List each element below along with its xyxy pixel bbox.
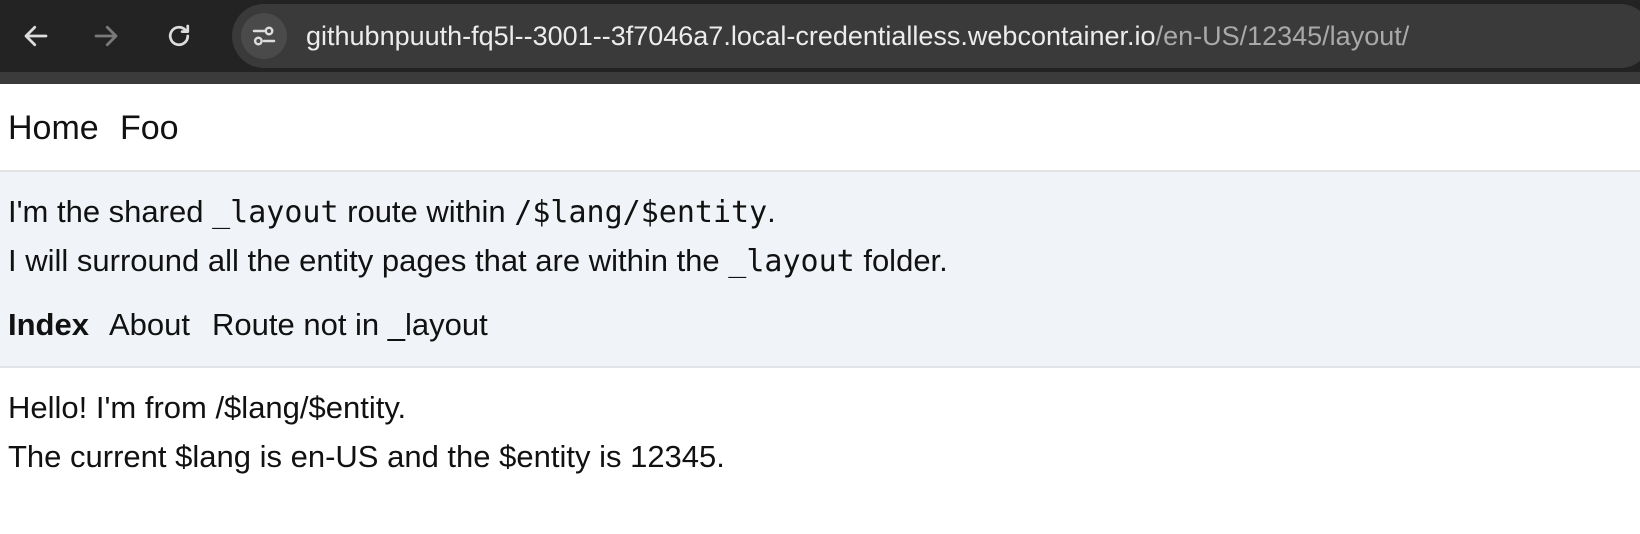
forward-arrow-icon	[94, 25, 118, 47]
lang-value: en-US	[290, 439, 379, 474]
layout-code-layout: _layout	[212, 195, 339, 230]
sub-nav-route-not-in-layout[interactable]: Route not in _layout	[212, 307, 488, 343]
layout-intro-line: I'm the shared _layout route within /$la…	[8, 194, 776, 231]
current-suffix: .	[716, 439, 725, 474]
layout-code-route: /$lang/$entity	[514, 195, 768, 230]
layout-code-folder: _layout	[728, 244, 855, 279]
url-host: githubnpuuth-fq5l--3001--3f7046a7.local-…	[306, 21, 1156, 51]
nav-link-foo[interactable]: Foo	[120, 108, 179, 148]
layout-description-prefix: I will surround all the entity pages tha…	[8, 243, 729, 278]
entity-value: 12345	[630, 439, 717, 474]
address-bar[interactable]: githubnpuuth-fq5l--3001--3f7046a7.local-…	[232, 4, 1640, 68]
sub-nav-about[interactable]: About	[109, 307, 190, 343]
layout-section: I'm the shared _layout route within /$la…	[0, 172, 1640, 368]
root-nav: Home Foo	[0, 84, 1640, 172]
forward-button[interactable]	[83, 13, 129, 59]
layout-intro-suffix: .	[767, 194, 776, 229]
layout-intro-mid: route within	[338, 194, 515, 229]
sub-nav-index[interactable]: Index	[8, 307, 89, 343]
nav-link-home[interactable]: Home	[8, 108, 99, 148]
reload-button[interactable]	[156, 13, 202, 59]
current-params-message: The current $lang is en-US and the $enti…	[8, 439, 725, 475]
back-arrow-icon	[24, 25, 48, 47]
current-lang-prefix: The current $lang is	[8, 439, 291, 474]
layout-intro-prefix: I'm the shared	[8, 194, 213, 229]
reload-icon	[168, 24, 190, 47]
site-settings-icon	[252, 26, 276, 46]
page-content: Home Foo I'm the shared _layout route wi…	[0, 84, 1640, 534]
layout-description-suffix: folder.	[854, 243, 948, 278]
back-button[interactable]	[13, 13, 59, 59]
hello-message: Hello! I'm from /$lang/$entity.	[8, 390, 407, 425]
site-settings-button[interactable]	[241, 13, 287, 59]
current-entity-mid: and the $entity is	[378, 439, 631, 474]
url-path: /en-US/12345/layout/	[1155, 21, 1410, 51]
url-text[interactable]: githubnpuuth-fq5l--3001--3f7046a7.local-…	[306, 20, 1409, 52]
layout-description-line: I will surround all the entity pages tha…	[8, 243, 948, 280]
browser-toolbar: githubnpuuth-fq5l--3001--3f7046a7.local-…	[0, 0, 1640, 84]
